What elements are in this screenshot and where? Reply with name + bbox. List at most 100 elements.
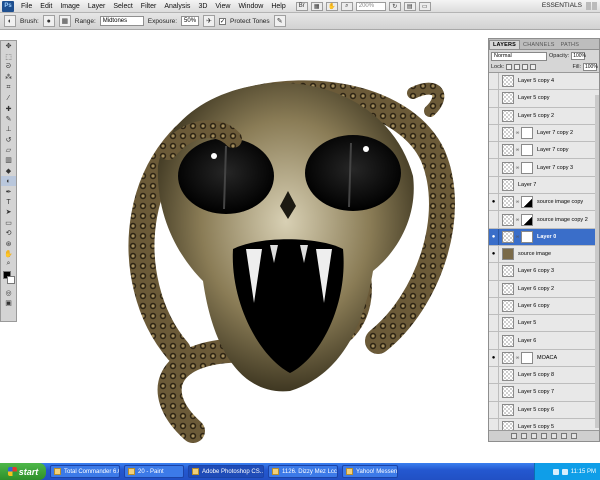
lasso-tool-icon[interactable]: ᘐ	[1, 62, 16, 72]
menu-view[interactable]: View	[211, 3, 234, 10]
layer-style-icon[interactable]	[521, 433, 527, 439]
layer-visibility-eye-icon[interactable]: ●	[489, 228, 499, 245]
menu-image[interactable]: Image	[56, 3, 83, 10]
layer-visibility-eye-icon[interactable]	[489, 401, 499, 418]
launch-bridge-icon[interactable]: Br	[295, 1, 308, 11]
hand-tool-icon[interactable]: ✋	[325, 1, 338, 11]
menu-3d[interactable]: 3D	[194, 3, 211, 10]
new-group-icon[interactable]	[551, 433, 557, 439]
layer-visibility-eye-icon[interactable]	[489, 384, 499, 401]
layer-row[interactable]: Layer 6	[489, 332, 599, 350]
tab-paths[interactable]: PATHS	[558, 41, 583, 49]
quick-select-tool-icon[interactable]: ⁂	[1, 72, 16, 82]
rotate-view-icon[interactable]: ↻	[388, 1, 401, 11]
window-minimize-icon[interactable]	[586, 2, 591, 10]
start-button[interactable]: start	[0, 463, 46, 480]
taskbar-item[interactable]: 1126. Dizzy Mez Lcc...	[268, 465, 338, 478]
layer-visibility-eye-icon[interactable]	[489, 263, 499, 280]
taskbar-item[interactable]: Adobe Photoshop CS...	[188, 465, 264, 478]
brush-preset-picker-icon[interactable]: ●	[42, 15, 55, 27]
brush-tool-icon[interactable]: ✎	[1, 114, 16, 124]
lock-transparency-icon[interactable]	[506, 64, 513, 70]
layer-visibility-eye-icon[interactable]	[489, 159, 499, 176]
layer-visibility-eye-icon[interactable]	[489, 280, 499, 297]
exposure-field[interactable]: 50%	[181, 16, 200, 26]
mask-link-icon[interactable]: ∞	[515, 147, 520, 153]
layer-visibility-eye-icon[interactable]: ●	[489, 245, 499, 263]
layer-row[interactable]: ● source image	[489, 245, 599, 264]
zoom-tool-icon[interactable]: ⌕	[1, 259, 16, 269]
brush-panel-toggle-icon[interactable]: ▦	[58, 15, 71, 27]
layer-mask-thumbnail[interactable]	[521, 161, 533, 174]
crop-tool-icon[interactable]: ⌗	[1, 83, 16, 93]
layer-visibility-eye-icon[interactable]	[489, 332, 499, 349]
menu-window[interactable]: Window	[234, 3, 267, 10]
new-layer-icon[interactable]	[561, 433, 567, 439]
mask-link-icon[interactable]: ∞	[515, 199, 520, 205]
layer-row[interactable]: ∞ Layer 7 copy	[489, 142, 599, 160]
layer-row[interactable]: ● ∞ source image copy	[489, 194, 599, 212]
3d-rotate-tool-icon[interactable]: ⟲	[1, 228, 16, 238]
marquee-tool-icon[interactable]: ⬚	[1, 51, 16, 61]
layers-scrollbar[interactable]	[595, 95, 599, 428]
screen-mode-icon[interactable]: ▭	[418, 1, 431, 11]
layer-mask-thumbnail[interactable]	[521, 127, 533, 140]
layer-row[interactable]: ● ∞ MOACA	[489, 349, 599, 368]
blend-mode-select[interactable]: Normal	[491, 51, 547, 61]
layer-row[interactable]: ● ∞ Layer 0	[489, 228, 599, 246]
dodge-tool-icon[interactable]: ◐	[1, 176, 16, 187]
layer-row[interactable]: ∞ Layer 7 copy 3	[489, 159, 599, 177]
mask-link-icon[interactable]: ∞	[515, 165, 520, 171]
menu-select[interactable]: Select	[109, 3, 136, 10]
layer-visibility-eye-icon[interactable]	[489, 315, 499, 332]
layer-visibility-eye-icon[interactable]	[489, 211, 499, 228]
eraser-tool-icon[interactable]: ▱	[1, 145, 16, 155]
layer-mask-thumbnail[interactable]	[521, 144, 533, 157]
layer-visibility-eye-icon[interactable]	[489, 124, 499, 142]
layer-row[interactable]: ∞ source image copy 2	[489, 211, 599, 229]
layer-visibility-eye-icon[interactable]: ●	[489, 194, 499, 211]
fill-field[interactable]: 100%	[583, 63, 598, 71]
type-tool-icon[interactable]: T	[1, 197, 16, 207]
path-select-tool-icon[interactable]: ➤	[1, 207, 16, 217]
layer-mask-thumbnail[interactable]	[521, 213, 533, 226]
3d-orbit-tool-icon[interactable]: ⊛	[1, 238, 16, 248]
menu-layer[interactable]: Layer	[84, 3, 110, 10]
layer-row[interactable]: Layer 5	[489, 315, 599, 333]
move-tool-icon[interactable]: ✥	[1, 41, 16, 51]
layer-visibility-eye-icon[interactable]	[489, 176, 499, 194]
layer-mask-thumbnail[interactable]	[521, 351, 533, 364]
layer-row[interactable]: Layer 5 copy 5	[489, 418, 599, 430]
layer-row[interactable]: Layer 5 copy	[489, 90, 599, 108]
layer-row[interactable]: Layer 5 copy 6	[489, 401, 599, 419]
menu-edit[interactable]: Edit	[36, 3, 56, 10]
layer-visibility-eye-icon[interactable]	[489, 367, 499, 384]
arrange-documents-icon[interactable]: ▤	[403, 1, 416, 11]
airbrush-icon[interactable]: ✈	[203, 15, 216, 27]
tray-volume-icon[interactable]	[561, 468, 568, 475]
menu-filter[interactable]: Filter	[137, 3, 161, 10]
zoom-level-field[interactable]: 200%	[355, 1, 386, 11]
range-select[interactable]: Midtones	[99, 16, 144, 26]
layer-row[interactable]: Layer 6 copy	[489, 297, 599, 316]
taskbar-item[interactable]: Yahoo! Messenger	[342, 465, 398, 478]
layer-row[interactable]: Layer 5 copy 8	[489, 367, 599, 385]
layer-visibility-eye-icon[interactable]	[489, 73, 499, 90]
layer-row[interactable]: Layer 6 copy 3	[489, 263, 599, 281]
opacity-field[interactable]: 100%	[571, 52, 586, 60]
dodge-tool-preset-icon[interactable]: ◐	[4, 15, 16, 27]
layer-visibility-eye-icon[interactable]	[489, 107, 499, 124]
document-canvas[interactable]	[18, 31, 488, 463]
blur-tool-icon[interactable]: ◆	[1, 166, 16, 176]
tab-layers[interactable]: LAYERS	[489, 40, 521, 49]
healing-brush-tool-icon[interactable]: ✚	[1, 103, 16, 113]
window-maximize-icon[interactable]	[592, 2, 597, 10]
link-layers-icon[interactable]	[511, 433, 517, 439]
layer-visibility-eye-icon[interactable]	[489, 297, 499, 315]
layer-row[interactable]: ∞ Layer 7 copy 2	[489, 124, 599, 143]
layer-visibility-eye-icon[interactable]	[489, 418, 499, 430]
layer-row[interactable]: Layer 5 copy 2	[489, 107, 599, 125]
lock-position-icon[interactable]	[522, 64, 529, 70]
screen-mode-tool-icon[interactable]: ▣	[1, 298, 16, 308]
mask-link-icon[interactable]: ∞	[515, 355, 520, 361]
